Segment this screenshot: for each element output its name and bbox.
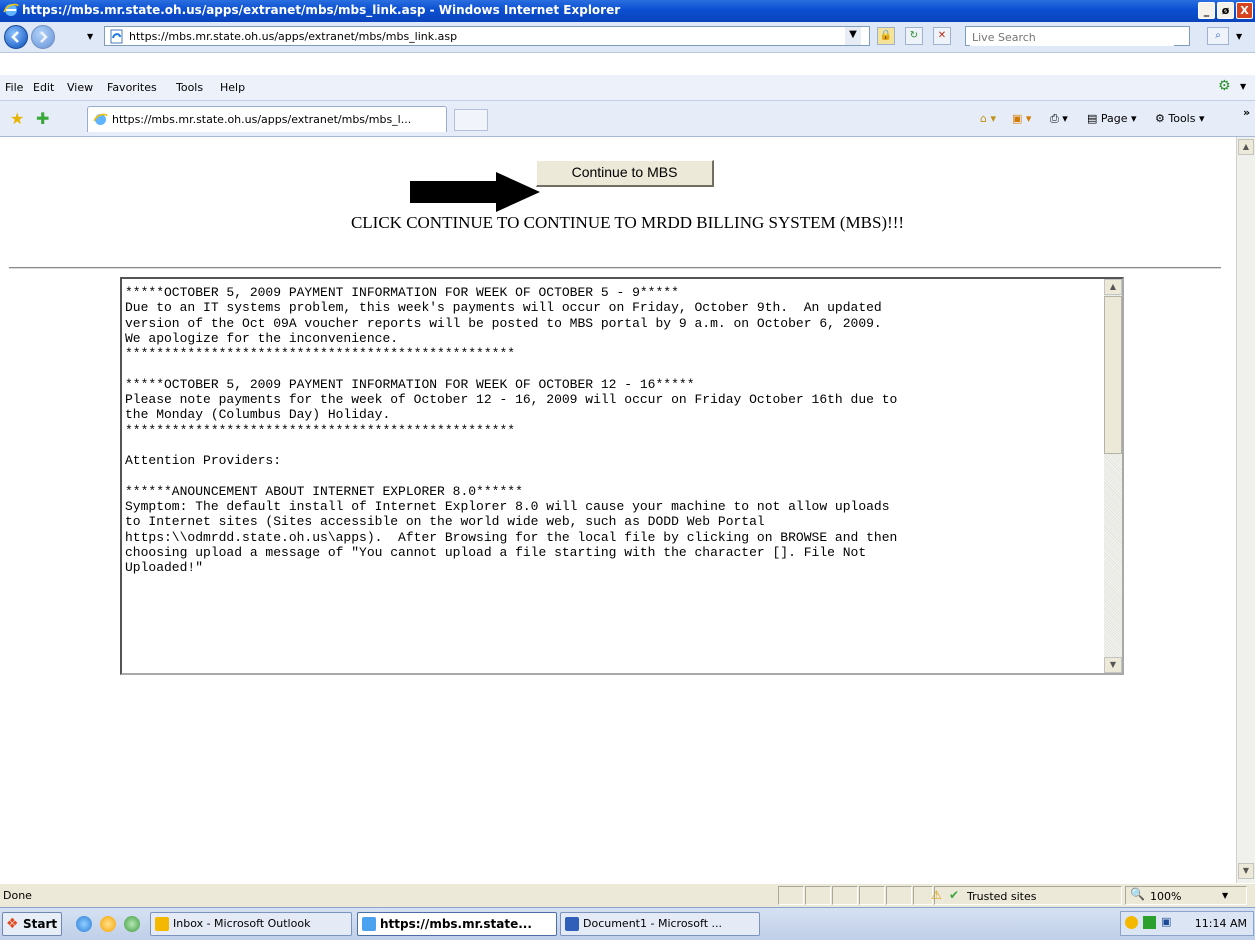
window-title: https://mbs.mr.state.oh.us/apps/extranet… bbox=[22, 3, 621, 17]
menu-view[interactable]: View bbox=[67, 81, 93, 94]
start-label: Start bbox=[23, 917, 58, 931]
security-zone-label: Trusted sites bbox=[967, 890, 1037, 903]
outlook-quicklaunch-icon[interactable] bbox=[100, 916, 116, 932]
scroll-thumb[interactable] bbox=[1104, 296, 1122, 454]
address-dropdown-button[interactable]: ▼ bbox=[845, 27, 861, 45]
page-menu[interactable]: ▤ Page ▾ bbox=[1087, 112, 1137, 125]
extension-dropdown-icon[interactable]: ▼ bbox=[1240, 82, 1246, 91]
taskbar-clock: 11:14 AM bbox=[1194, 917, 1247, 930]
ie-page-icon bbox=[93, 113, 108, 125]
address-toolbar: ▼ https://mbs.mr.state.oh.us/apps/extran… bbox=[0, 22, 1255, 53]
favorites-tab-bar: ★ ✚ https://mbs.mr.state.oh.us/apps/extr… bbox=[0, 101, 1255, 137]
taskbar-word-document[interactable]: Document1 - Microsoft ... bbox=[560, 912, 760, 936]
status-bar: Done ⚠ ✔ Trusted sites 🔍 100% ▼ bbox=[0, 883, 1255, 908]
forward-arrow-icon bbox=[40, 31, 48, 43]
status-cell bbox=[778, 886, 804, 905]
taskbar-outlook-label: Inbox - Microsoft Outlook bbox=[173, 917, 311, 930]
menu-bar: File Edit View Favorites Tools Help ⚙ ▼ bbox=[0, 75, 1255, 101]
word-icon bbox=[565, 917, 579, 931]
tray-app-icon[interactable]: ▣ bbox=[1161, 915, 1171, 928]
ie-quicklaunch-icon[interactable] bbox=[76, 916, 92, 932]
menu-tools[interactable]: Tools bbox=[176, 81, 203, 94]
taskbar-ie-window[interactable]: https://mbs.mr.state... bbox=[357, 912, 557, 936]
recent-pages-dropdown-icon[interactable]: ▼ bbox=[87, 32, 93, 41]
windows-logo-icon: ❖ bbox=[6, 916, 19, 932]
stop-icon[interactable]: ✕ bbox=[933, 27, 951, 45]
search-icon[interactable]: ⌕ bbox=[1207, 27, 1229, 45]
home-icon[interactable]: ⌂ ▾ bbox=[980, 112, 996, 125]
zoom-dropdown-icon: ▼ bbox=[1222, 891, 1229, 900]
announcements-textarea[interactable]: *****OCTOBER 5, 2009 PAYMENT INFORMATION… bbox=[120, 277, 1124, 675]
page-scroll-down-icon[interactable]: ▼ bbox=[1238, 863, 1254, 879]
zoom-icon: 🔍 bbox=[1130, 887, 1145, 901]
ie-icon bbox=[362, 917, 376, 931]
outlook-icon bbox=[155, 917, 169, 931]
menu-edit[interactable]: Edit bbox=[33, 81, 54, 94]
status-cell bbox=[886, 886, 912, 905]
browser-tab[interactable]: https://mbs.mr.state.oh.us/apps/extranet… bbox=[87, 106, 447, 132]
scroll-down-arrow-icon[interactable]: ▼ bbox=[1104, 657, 1122, 673]
tab-label: https://mbs.mr.state.oh.us/apps/extranet… bbox=[112, 113, 412, 126]
trusted-check-icon: ✔ bbox=[949, 888, 960, 902]
search-box[interactable] bbox=[965, 26, 1190, 46]
continue-to-mbs-button[interactable]: Continue to MBS bbox=[536, 160, 714, 187]
menu-help[interactable]: Help bbox=[220, 81, 245, 94]
add-favorites-icon[interactable]: ✚ bbox=[36, 110, 54, 128]
close-button[interactable]: X bbox=[1236, 2, 1253, 19]
zoom-level: 100% bbox=[1150, 890, 1182, 903]
lock-icon[interactable]: 🔒 bbox=[877, 27, 895, 45]
taskbar-word-label: Document1 - Microsoft ... bbox=[583, 917, 722, 930]
refresh-icon[interactable]: ↻ bbox=[905, 27, 923, 45]
new-tab-button[interactable] bbox=[454, 109, 488, 131]
announcements-text: *****OCTOBER 5, 2009 PAYMENT INFORMATION… bbox=[125, 285, 898, 576]
forward-button[interactable] bbox=[31, 25, 55, 49]
system-tray: ▣ 11:14 AM bbox=[1120, 911, 1254, 936]
page-scrollbar[interactable]: ▲ ▼ bbox=[1236, 137, 1255, 883]
search-input[interactable] bbox=[970, 28, 1174, 46]
back-button[interactable] bbox=[4, 25, 28, 49]
continue-instruction: CLICK CONTINUE TO CONTINUE TO MRDD BILLI… bbox=[350, 213, 905, 232]
tools-menu[interactable]: ⚙ Tools ▾ bbox=[1155, 112, 1205, 125]
page-scroll-up-icon[interactable]: ▲ bbox=[1238, 139, 1254, 155]
address-url[interactable]: https://mbs.mr.state.oh.us/apps/extranet… bbox=[129, 30, 457, 43]
announcements-scrollbar[interactable]: ▲ ▼ bbox=[1104, 279, 1122, 673]
status-cell bbox=[859, 886, 885, 905]
pointing-arrow-icon bbox=[410, 172, 540, 212]
status-cell bbox=[805, 886, 831, 905]
warning-icon: ⚠ bbox=[931, 888, 942, 902]
maximize-button[interactable]: ø bbox=[1217, 2, 1234, 19]
search-options-dropdown-icon[interactable]: ▼ bbox=[1236, 32, 1242, 41]
window-title-bar: https://mbs.mr.state.oh.us/apps/extranet… bbox=[0, 0, 1255, 22]
status-text: Done bbox=[3, 889, 32, 902]
internet-explorer-icon bbox=[3, 3, 19, 16]
scroll-up-arrow-icon[interactable]: ▲ bbox=[1104, 279, 1122, 295]
tools-menu-label: Tools bbox=[1168, 112, 1196, 125]
windows-taskbar: ❖ Start Inbox - Microsoft Outlook https:… bbox=[0, 907, 1255, 940]
status-cell bbox=[913, 886, 933, 905]
status-cell bbox=[832, 886, 858, 905]
minimize-button[interactable]: _ bbox=[1198, 2, 1215, 19]
toolbar-extension-icon[interactable]: ⚙ bbox=[1218, 78, 1231, 94]
tray-outlook-icon[interactable] bbox=[1125, 916, 1138, 929]
page-menu-label: Page bbox=[1100, 112, 1128, 125]
tray-network-icon[interactable] bbox=[1143, 916, 1156, 929]
back-arrow-icon bbox=[11, 31, 19, 43]
overflow-chevron-icon[interactable]: » bbox=[1243, 106, 1250, 119]
taskbar-ie-label: https://mbs.mr.state... bbox=[380, 917, 532, 931]
favorites-star-icon[interactable]: ★ bbox=[10, 110, 28, 128]
security-zone[interactable]: ⚠ ✔ Trusted sites bbox=[931, 886, 1122, 905]
print-icon[interactable]: ⎙ ▾ bbox=[1050, 112, 1068, 126]
start-button[interactable]: ❖ Start bbox=[2, 912, 62, 936]
menu-favorites[interactable]: Favorites bbox=[107, 81, 157, 94]
menu-file[interactable]: File bbox=[5, 81, 23, 94]
desktop-quicklaunch-icon[interactable] bbox=[124, 916, 140, 932]
taskbar-outlook[interactable]: Inbox - Microsoft Outlook bbox=[150, 912, 352, 936]
page-icon bbox=[110, 29, 123, 44]
feeds-icon[interactable]: ▣ ▾ bbox=[1012, 112, 1031, 125]
zoom-control[interactable]: 🔍 100% ▼ bbox=[1125, 886, 1247, 905]
address-field[interactable]: https://mbs.mr.state.oh.us/apps/extranet… bbox=[104, 26, 870, 46]
horizontal-divider bbox=[9, 267, 1221, 269]
